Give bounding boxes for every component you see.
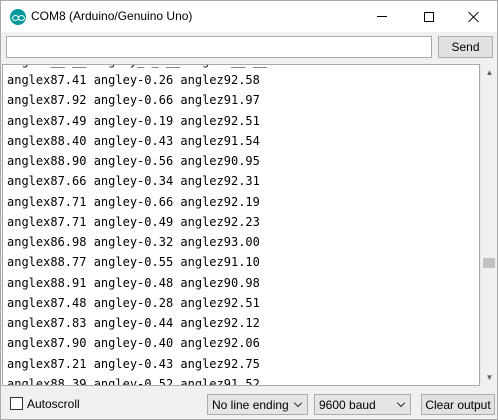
- output-line: anglex87.71 angley-0.49 anglez92.23: [7, 214, 260, 229]
- scroll-thumb[interactable]: [483, 258, 495, 268]
- partial-line-clipped: anglex__ __ angley_ _ __ anglez__ __: [7, 65, 267, 68]
- close-button[interactable]: [451, 1, 497, 32]
- output-line: anglex87.48 angley-0.28 anglez92.51: [7, 295, 260, 310]
- output-line: anglex87.83 angley-0.44 anglez92.12: [7, 316, 260, 330]
- serial-monitor-window: COM8 (Arduino/Genuino Uno) Send anglex__…: [0, 0, 498, 420]
- clear-output-button[interactable]: Clear output: [421, 394, 495, 415]
- output-line: anglex88.39 angley-0.52 anglez91.52: [7, 376, 260, 386]
- serial-output[interactable]: anglex__ __ angley_ _ __ anglez__ __ ang…: [2, 64, 480, 386]
- output-line: anglex87.71 angley-0.66 anglez92.19: [7, 194, 260, 209]
- output-line: anglex87.41 angley-0.26 anglez92.58: [7, 73, 260, 87]
- output-line: anglex88.91 angley-0.48 anglez90.98: [7, 275, 260, 290]
- scroll-up-arrow-icon[interactable]: ▲: [481, 64, 498, 81]
- output-line: anglex88.90 angley-0.56 anglez90.95: [7, 154, 260, 168]
- output-line: anglex86.98 angley-0.32 anglez93.00: [7, 235, 260, 249]
- output-line: anglex87.66 angley-0.34 anglez92.31: [7, 174, 260, 189]
- output-lines: anglex87.41 angley-0.26 anglez92.58 angle…: [7, 70, 260, 386]
- vertical-scrollbar[interactable]: ▲ ▼: [480, 64, 497, 386]
- chevron-down-icon: [293, 398, 303, 408]
- output-line: anglex87.90 angley-0.40 anglez92.06: [7, 336, 260, 351]
- arduino-logo-icon: [10, 9, 26, 25]
- maximize-button[interactable]: [406, 1, 452, 32]
- baud-rate-value: 9600 baud: [319, 397, 376, 412]
- line-ending-select[interactable]: No line ending: [207, 394, 308, 415]
- output-line: anglex87.49 angley-0.19 anglez92.51: [7, 113, 260, 128]
- chevron-down-icon: [396, 398, 406, 408]
- send-button[interactable]: Send: [438, 36, 493, 58]
- send-input[interactable]: [6, 36, 432, 58]
- minimize-button[interactable]: [359, 1, 405, 32]
- output-line: anglex87.21 angley-0.43 anglez92.75: [7, 356, 260, 371]
- close-icon: [468, 11, 480, 23]
- output-line: anglex87.92 angley-0.66 anglez91.97: [7, 93, 260, 108]
- title-bar[interactable]: COM8 (Arduino/Genuino Uno): [1, 1, 497, 32]
- scroll-down-arrow-icon[interactable]: ▼: [481, 369, 498, 386]
- output-line: anglex88.40 angley-0.43 anglez91.54: [7, 133, 260, 148]
- minimize-icon: [377, 16, 387, 17]
- autoscroll-checkbox[interactable]: [10, 397, 23, 410]
- line-ending-value: No line ending: [212, 397, 289, 412]
- baud-rate-select[interactable]: 9600 baud: [314, 394, 411, 415]
- window-title: COM8 (Arduino/Genuino Uno): [31, 9, 193, 23]
- bottom-bar: Autoscroll No line ending 9600 baud Clea…: [1, 388, 497, 419]
- output-line: anglex88.77 angley-0.55 anglez91.10: [7, 255, 260, 270]
- maximize-icon: [424, 11, 434, 22]
- autoscroll-label: Autoscroll: [27, 397, 80, 411]
